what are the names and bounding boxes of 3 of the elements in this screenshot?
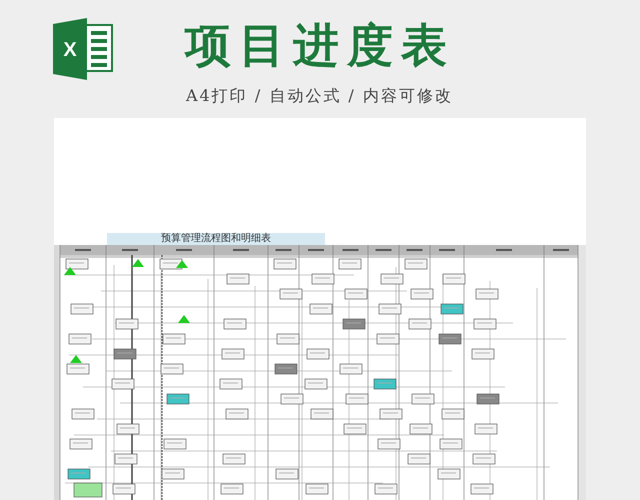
poster-title: 项目进度表 xyxy=(185,22,455,68)
sheet-title: 预算管理流程图和明细表 xyxy=(107,233,325,245)
poster-subtitle: A4打印 / 自动公式 / 内容可修改 xyxy=(186,85,453,107)
